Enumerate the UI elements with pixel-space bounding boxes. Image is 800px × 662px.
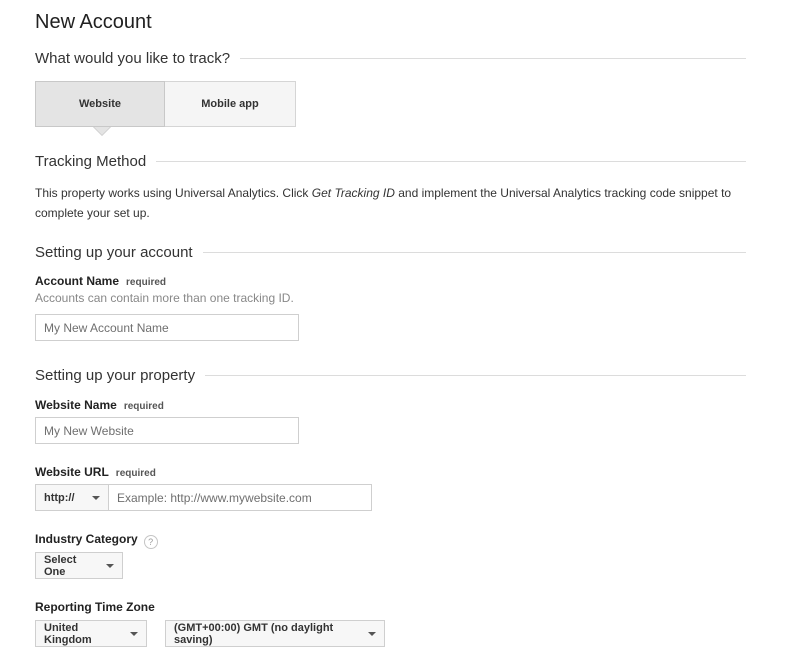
tracking-method-heading-text: Tracking Method [35,153,147,170]
account-heading-text: Setting up your account [35,244,193,261]
website-name-input[interactable] [35,417,299,444]
country-select[interactable]: United Kingdom [35,620,147,647]
website-option-label: Website [79,98,121,110]
website-option-button[interactable]: Website [35,81,165,136]
chevron-down-icon [92,495,100,500]
required-tag: required [123,401,164,412]
website-url-label: Website URL required [35,465,156,479]
divider [156,161,746,162]
chevron-down-icon [106,563,114,568]
track-section-heading: What would you like to track? [35,50,746,67]
time-zone-select[interactable]: (GMT+00:00) GMT (no daylight saving) [165,620,385,647]
industry-category-value: Select One [44,553,77,578]
website-url-input[interactable] [108,484,372,511]
property-section-heading: Setting up your property [35,367,746,384]
account-name-label: Account Name required [35,274,166,288]
account-name-hint: Accounts can contain more than one track… [35,291,294,305]
industry-category-select[interactable]: Select One [35,552,123,579]
industry-category-label: Industry Category ? [35,532,158,549]
property-heading-text: Setting up your property [35,367,196,384]
website-name-label-text: Website Name [35,398,117,412]
reporting-time-zone-label: Reporting Time Zone [35,600,155,614]
divider [240,58,746,59]
divider [205,375,746,376]
description-text-before: This property works using Universal Anal… [35,186,312,200]
chevron-down-icon [368,631,376,636]
required-tag: required [126,277,167,288]
reporting-time-zone-label-text: Reporting Time Zone [35,600,155,614]
account-name-input[interactable] [35,314,299,341]
tracking-method-heading: Tracking Method [35,153,746,170]
track-heading-text: What would you like to track? [35,50,231,67]
mobile-app-option-label: Mobile app [201,98,259,110]
get-tracking-id-emphasis: Get Tracking ID [311,186,395,200]
time-zone-select-value: (GMT+00:00) GMT (no daylight saving) [174,621,334,646]
website-url-label-text: Website URL [35,465,109,479]
protocol-select[interactable]: http:// [35,484,109,511]
required-tag: required [115,468,156,479]
protocol-select-value: http:// [44,491,75,504]
track-type-toggle: Website Mobile app [35,81,296,136]
country-select-value: United Kingdom [44,621,92,646]
website-name-label: Website Name required [35,398,164,412]
industry-category-label-text: Industry Category [35,532,138,546]
chevron-down-icon [130,631,138,636]
tracking-method-description: This property works using Universal Anal… [35,183,755,223]
selected-pointer [94,127,110,135]
page-title: New Account [35,11,152,33]
account-name-label-text: Account Name [35,274,120,288]
divider [202,252,746,253]
mobile-app-option-button[interactable]: Mobile app [165,81,296,127]
help-icon[interactable]: ? [143,535,158,549]
account-section-heading: Setting up your account [35,244,746,261]
